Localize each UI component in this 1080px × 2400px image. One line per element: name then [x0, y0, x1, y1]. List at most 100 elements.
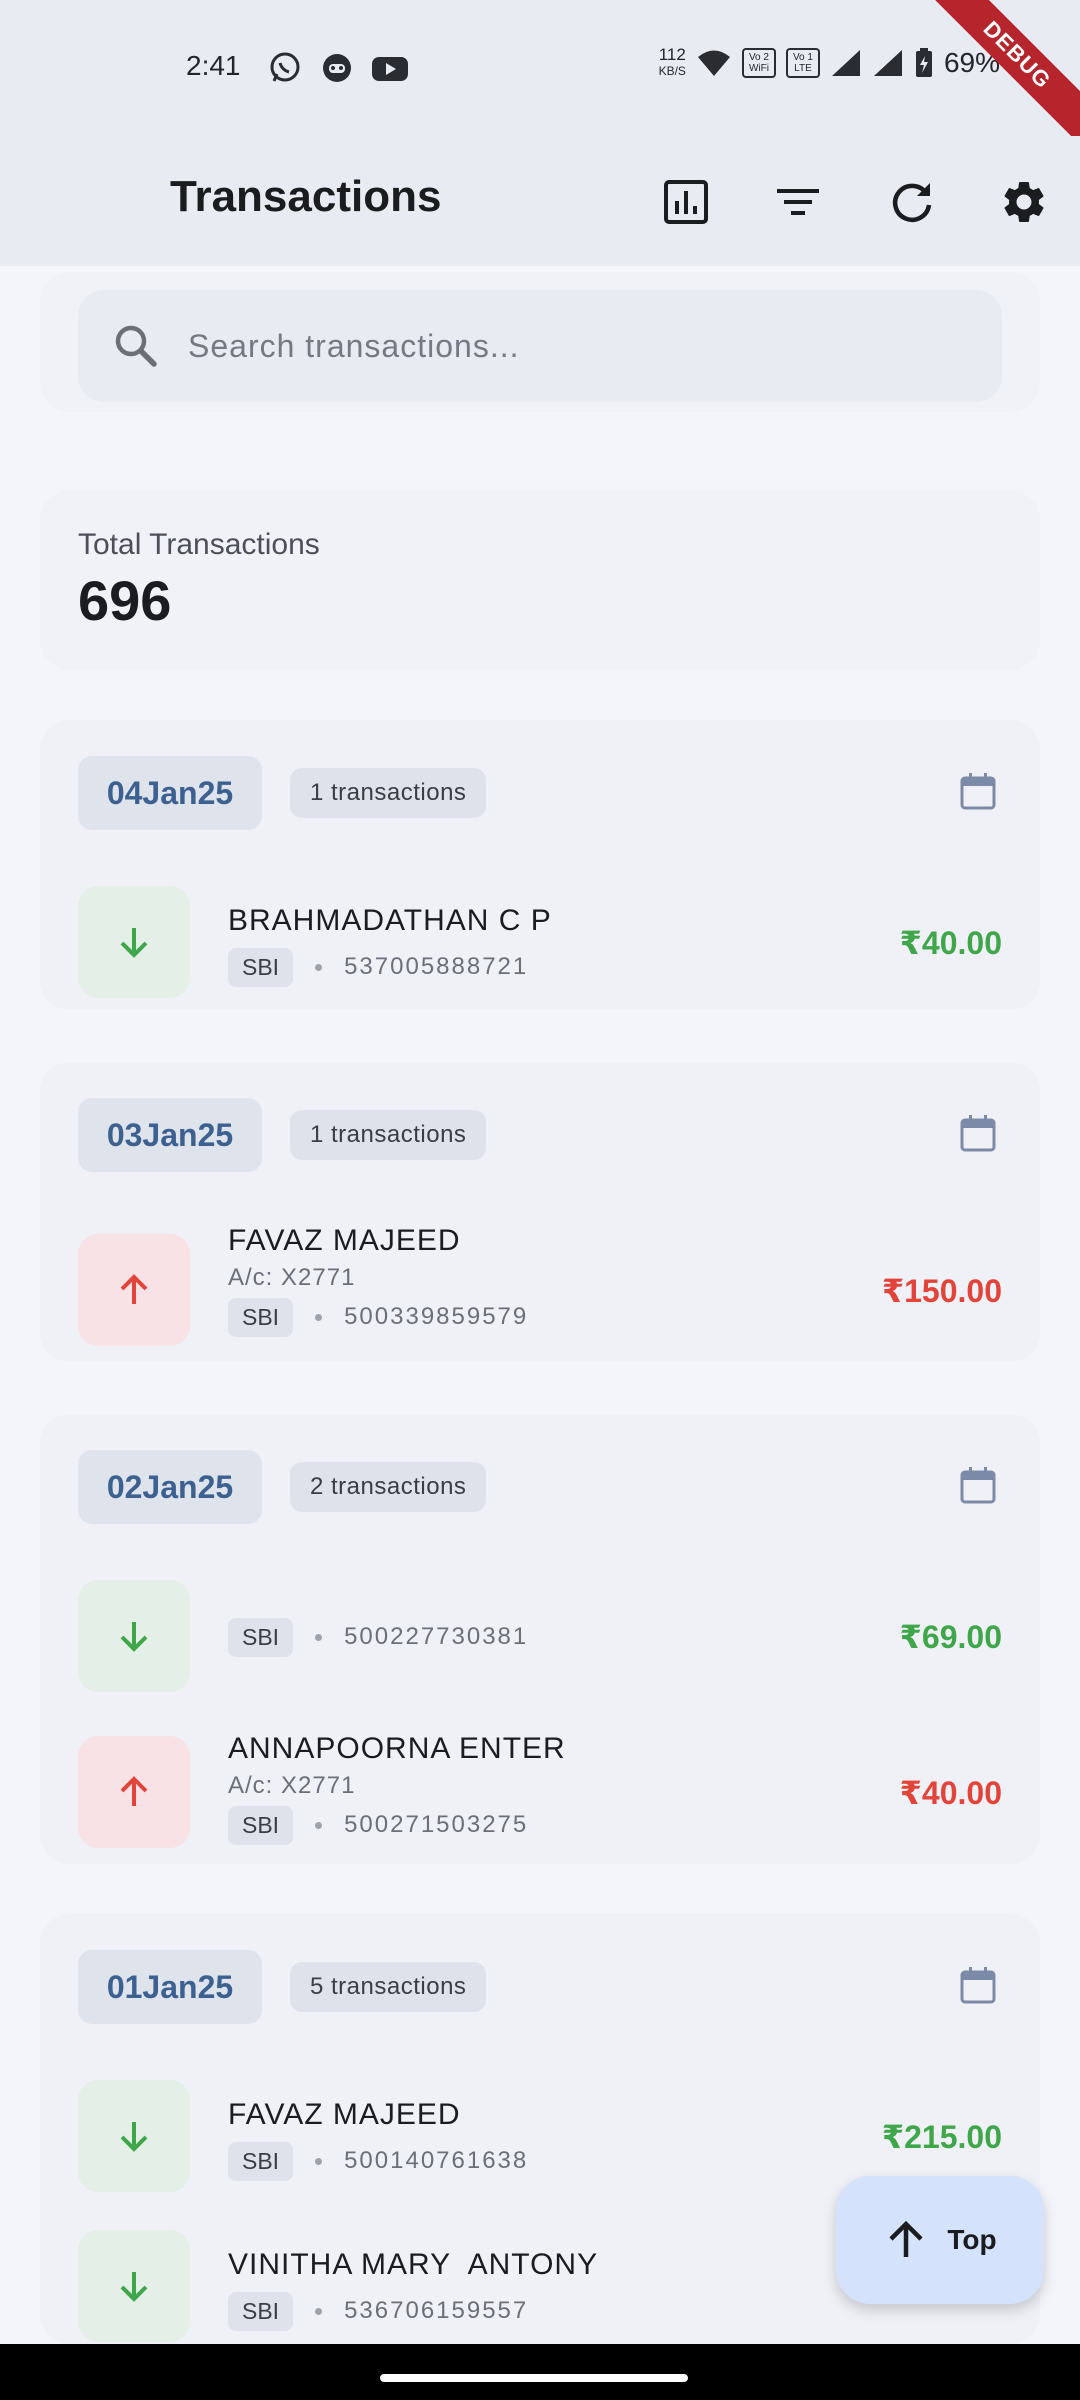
- date-chip: 03Jan25: [78, 1098, 262, 1172]
- refresh-button[interactable]: [884, 174, 940, 230]
- transaction-ref: 500339859579: [344, 1303, 529, 1330]
- network-speed-value: 112: [658, 45, 686, 64]
- debit-arrow-badge: [78, 1234, 190, 1346]
- network-speed: 112 KB/S: [659, 46, 686, 80]
- date-chip: 04Jan25: [78, 756, 262, 830]
- separator-dot: [315, 1633, 323, 1641]
- wifi-icon: [697, 50, 730, 76]
- credit-arrow-badge: [78, 886, 190, 998]
- page-title: Transactions: [170, 172, 442, 221]
- vowifi-icon: Vo 2 WiFi: [741, 48, 776, 78]
- bank-chip: SBI: [228, 1805, 294, 1845]
- transaction-row[interactable]: ANNAPOORNA ENTER A/c: X2771 SBI 500271503…: [78, 1732, 1002, 1848]
- bank-chip: SBI: [228, 1297, 294, 1337]
- bank-chip: SBI: [228, 947, 294, 987]
- transaction-meta: SBI 500227730381: [228, 1616, 528, 1658]
- transaction-count-chip: 5 transactions: [290, 1962, 487, 2012]
- credit-arrow-badge: [78, 1580, 190, 1692]
- transaction-ref: 537005888721: [344, 953, 529, 980]
- separator-dot: [315, 2157, 323, 2165]
- transaction-row[interactable]: BRAHMADATHAN C P SBI 537005888721 ₹40.00: [78, 886, 1002, 998]
- transaction-name: VINITHA MARY ANTONY: [228, 2248, 599, 2281]
- date-group: 04Jan25 1 transactions BRAHMADATHAN C P …: [40, 720, 1040, 1010]
- arrow-up-icon: [889, 2220, 923, 2257]
- transaction-meta: SBI 500339859579: [228, 1296, 528, 1338]
- transaction-amount: ₹40.00: [899, 925, 1002, 961]
- bank-chip: SBI: [228, 2141, 294, 2181]
- bank-chip: SBI: [228, 2291, 294, 2331]
- transaction-ref: 500140761638: [344, 2147, 529, 2174]
- youtube-icon: [372, 57, 408, 81]
- search-input[interactable]: [188, 290, 968, 402]
- signal-icon-2: [873, 50, 902, 76]
- transaction-account: A/c: X2771: [228, 1772, 356, 1799]
- transaction-name: FAVAZ MAJEED: [228, 2098, 461, 2131]
- separator-dot: [315, 1313, 323, 1321]
- robot-face-icon: [323, 54, 351, 82]
- separator-dot: [315, 963, 323, 971]
- calendar-icon[interactable]: [956, 1964, 1000, 2008]
- arrow-down-icon: [120, 928, 148, 958]
- transaction-count-chip: 1 transactions: [290, 1110, 487, 1160]
- transaction-meta: SBI 500140761638: [228, 2140, 528, 2182]
- search-bar[interactable]: [78, 290, 1002, 402]
- status-time: 2:41: [186, 50, 241, 81]
- transaction-meta: SBI 537005888721: [228, 946, 528, 988]
- search-container: [40, 272, 1040, 412]
- scroll-to-top-button[interactable]: Top: [836, 2176, 1044, 2304]
- gesture-handle[interactable]: [380, 2374, 688, 2382]
- transaction-ref: 500271503275: [344, 1811, 529, 1838]
- arrow-up-icon: [120, 1776, 148, 1806]
- transaction-amount: ₹69.00: [899, 1619, 1002, 1655]
- transaction-row[interactable]: SBI 500227730381 ₹69.00: [78, 1580, 1002, 1692]
- date-group: 03Jan25 1 transactions FAVAZ MAJEED A/c:…: [40, 1062, 1040, 1362]
- filter-button[interactable]: [770, 174, 826, 230]
- debit-arrow-badge: [78, 1736, 190, 1848]
- arrow-up-icon: [120, 1274, 148, 1304]
- transaction-name: FAVAZ MAJEED: [228, 1224, 461, 1257]
- calendar-icon[interactable]: [956, 770, 1000, 814]
- chart-icon: [664, 180, 708, 224]
- transaction-amount: ₹40.00: [899, 1775, 1002, 1811]
- transaction-name: BRAHMADATHAN C P: [228, 904, 552, 937]
- date-chip: 02Jan25: [78, 1450, 262, 1524]
- transaction-amount: ₹150.00: [881, 1273, 1002, 1309]
- arrow-down-icon: [120, 2272, 148, 2302]
- transaction-count-chip: 1 transactions: [290, 768, 487, 818]
- arrow-down-icon: [120, 2122, 148, 2152]
- arrow-down-icon: [120, 1622, 148, 1652]
- transaction-count-chip: 2 transactions: [290, 1462, 487, 1512]
- credit-arrow-badge: [78, 2230, 190, 2342]
- volte-icon: Vo 1 LTE: [785, 48, 820, 78]
- transaction-name: ANNAPOORNA ENTER: [228, 1732, 566, 1765]
- calendar-icon[interactable]: [956, 1112, 1000, 1156]
- scroll-to-top-label: Top: [947, 2224, 997, 2255]
- credit-arrow-badge: [78, 2080, 190, 2192]
- status-bar: 2:41 112 KB/S Vo 2 WiFi Vo 1 LTE 69%: [0, 0, 1080, 136]
- bank-chip: SBI: [228, 1617, 294, 1657]
- calendar-icon[interactable]: [956, 1464, 1000, 1508]
- total-transactions-card: Total Transactions 696: [40, 490, 1040, 670]
- refresh-icon: [892, 183, 932, 223]
- date-group: 02Jan25 2 transactions SBI 500227730381 ₹…: [40, 1414, 1040, 1864]
- network-speed-unit: KB/S: [658, 64, 686, 78]
- date-chip: 01Jan25: [78, 1950, 262, 2024]
- transaction-ref: 500227730381: [344, 1623, 529, 1650]
- total-transactions-value: 696: [78, 569, 172, 632]
- settings-icon: [1004, 182, 1044, 222]
- transaction-row[interactable]: FAVAZ MAJEED SBI 500140761638 ₹215.00: [78, 2080, 1002, 2192]
- system-nav-bar: [0, 2344, 1080, 2400]
- transaction-amount: ₹215.00: [881, 2119, 1002, 2155]
- filter-icon: [777, 189, 819, 215]
- transaction-meta: SBI 536706159557: [228, 2290, 528, 2332]
- separator-dot: [315, 1821, 323, 1829]
- transaction-row[interactable]: FAVAZ MAJEED A/c: X2771 SBI 500339859579 …: [78, 1224, 1002, 1346]
- transaction-account: A/c: X2771: [228, 1264, 356, 1291]
- analytics-button[interactable]: [658, 174, 714, 230]
- transaction-meta: SBI 500271503275: [228, 1804, 528, 1846]
- settings-button[interactable]: [996, 174, 1052, 230]
- debug-banner-label: DEBUG: [922, 0, 1080, 150]
- total-transactions-label: Total Transactions: [78, 528, 320, 561]
- signal-icon-1: [831, 50, 860, 76]
- app-bar: Transactions: [0, 136, 1080, 266]
